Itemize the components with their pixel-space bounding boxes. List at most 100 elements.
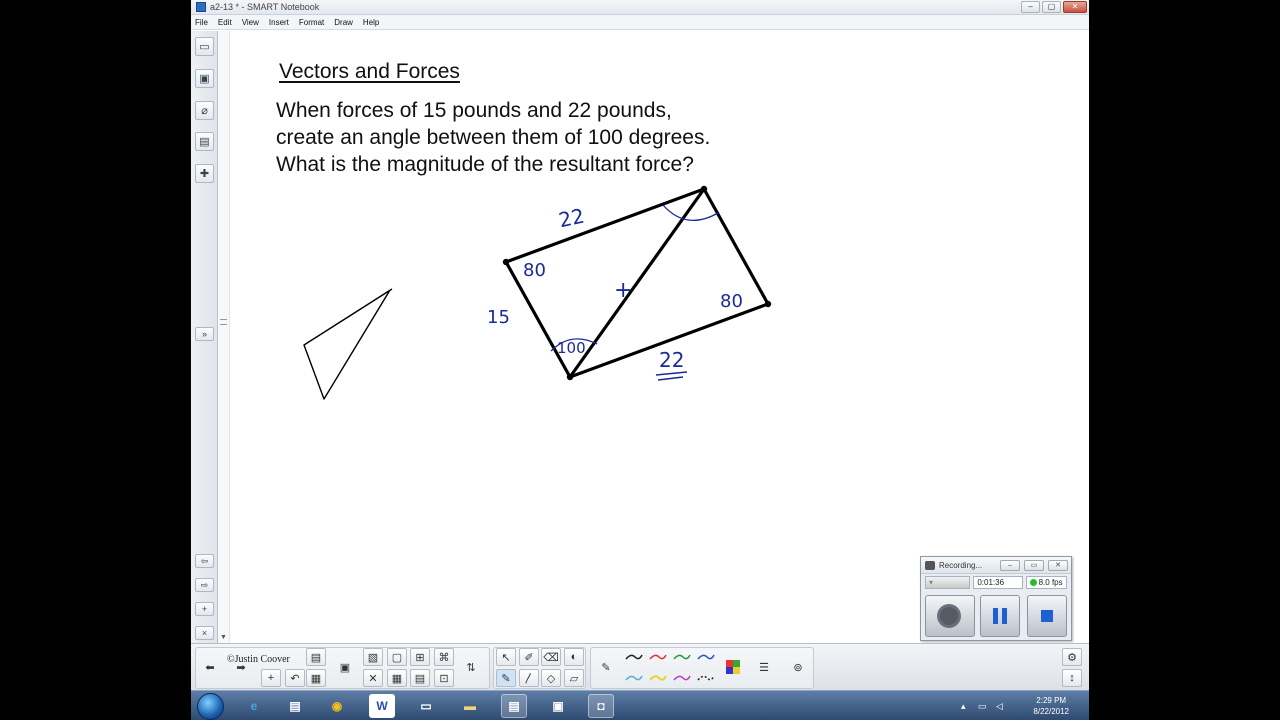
minimize-button[interactable]: ‒ (1021, 1, 1040, 13)
record-icon (937, 604, 961, 628)
label-top-side: 22 (557, 203, 587, 232)
menu-format[interactable]: Format (299, 18, 324, 27)
label-diagonal-mark: + (614, 278, 632, 303)
pen-style-black-icon[interactable] (625, 652, 643, 662)
notebook-taskbar-icon[interactable]: ▤ (282, 694, 308, 718)
properties-icon[interactable]: ▤ (195, 132, 214, 151)
scroll-down-arrow-icon[interactable]: ▼ (220, 634, 227, 641)
menu-insert[interactable]: Insert (269, 18, 289, 27)
start-button[interactable] (197, 693, 224, 720)
color-palette-icon[interactable] (723, 658, 743, 676)
recorder-elapsed: 0:01:36 (973, 576, 1023, 589)
label-bottom-side: 22 (659, 348, 684, 372)
close-button[interactable]: ✕ (1063, 1, 1087, 13)
tray-arrow-icon[interactable]: ▴ (961, 701, 966, 712)
copyright-overlay: ©Justin Coover (227, 654, 290, 665)
next-page-icon[interactable]: ⇨ (195, 578, 214, 592)
whiteboard-canvas[interactable]: Vectors and Forces When forces of 15 pou… (231, 31, 1089, 643)
document-camera-icon[interactable]: ⌘ (434, 648, 454, 666)
properties-toolbar-icon[interactable]: ⊚ (788, 658, 808, 676)
fill-icon[interactable]: ◐ (564, 648, 584, 666)
pen-style-magenta-icon[interactable] (673, 673, 691, 683)
page-sorter-icon[interactable]: ▭ (195, 37, 214, 56)
recording-indicator-icon (1029, 579, 1037, 586)
pen-style-lightblue-icon[interactable] (625, 673, 643, 683)
previous-page-icon[interactable]: ⇦ (195, 554, 214, 568)
link-icon[interactable]: ⊡ (434, 669, 454, 687)
magic-pen-icon[interactable]: 〳 (519, 669, 539, 687)
table-icon[interactable]: ▦ (387, 669, 407, 687)
pause-button[interactable] (980, 595, 1020, 637)
menu-file[interactable]: File (195, 18, 208, 27)
delete-page-icon[interactable]: × (195, 626, 214, 640)
recorder-restore-button[interactable]: ▭ (1024, 560, 1044, 571)
eraser-icon[interactable]: ⌫ (541, 648, 561, 666)
label-left-side: 15 (487, 307, 510, 328)
add-page-icon[interactable]: + (195, 602, 214, 616)
shapes-icon[interactable]: ◇ (541, 669, 561, 687)
screen-shade-icon[interactable]: ▣ (335, 658, 355, 676)
settings-gear-icon[interactable]: ⚙ (1062, 648, 1082, 666)
smart-notebook-window: a2-13 * - SMART Notebook ‒ ▢ ✕ File Edit… (191, 0, 1089, 720)
toolbar-position-icon[interactable]: ↕ (1062, 669, 1082, 687)
insert-table-icon[interactable]: ▤ (410, 669, 430, 687)
menu-edit[interactable]: Edit (218, 18, 232, 27)
toolbar-move-icon[interactable]: ⇅ (461, 658, 481, 676)
pause-icon (993, 608, 1007, 624)
pen-tool-icon[interactable]: ✎ (596, 658, 616, 676)
pen-style-red-icon[interactable] (649, 652, 667, 662)
word-icon[interactable]: W (369, 694, 395, 718)
label-bottom-angle: 100 (557, 339, 586, 357)
pens-icon[interactable]: ✎ (496, 669, 516, 687)
vertical-scrollbar[interactable]: ▼ (218, 31, 230, 643)
delete-icon[interactable]: ✕ (363, 669, 383, 687)
internet-explorer-icon[interactable]: e (241, 694, 267, 718)
window-taskbar-icon[interactable]: ▭ (413, 694, 439, 718)
stop-button[interactable] (1027, 595, 1067, 637)
pen-style-yellow-icon[interactable] (649, 673, 667, 683)
recorder-taskbar-icon[interactable]: ▣ (545, 694, 571, 718)
select-arrow-icon[interactable]: ↖ (496, 648, 516, 666)
capture-icon[interactable]: ⊞ (410, 648, 430, 666)
recorder-minimize-button[interactable]: ‒ (1000, 560, 1020, 571)
maximize-button[interactable]: ▢ (1042, 1, 1061, 13)
recorder-close-button[interactable]: ✕ (1048, 560, 1068, 571)
pen-style-blue-icon[interactable] (697, 652, 715, 662)
addons-icon[interactable]: ✚ (195, 164, 214, 183)
recorder-window[interactable]: Recording... ‒ ▭ ✕ ▾ 0:01:36 8.0 fps (920, 556, 1072, 641)
text-icon[interactable]: ▱ (564, 669, 584, 687)
attachments-icon[interactable]: ⌀ (195, 101, 214, 120)
window-title: a2-13 * - SMART Notebook (210, 2, 320, 12)
camera-taskbar-icon[interactable]: ◘ (588, 694, 614, 718)
open-file-icon[interactable]: ▤ (306, 648, 326, 666)
label-right-angle: 80 (720, 291, 743, 312)
explorer-folder-icon[interactable]: ▬ (457, 694, 483, 718)
add-page-button[interactable]: + (261, 669, 281, 687)
menu-help[interactable]: Help (363, 18, 379, 27)
app-taskbar-icon[interactable]: ◉ (324, 694, 350, 718)
back-arrow-icon[interactable]: ⬅ (200, 658, 220, 676)
scrollbar-grip[interactable] (220, 319, 227, 325)
system-clock[interactable]: 2:29 PM 8/22/2012 (1033, 695, 1069, 717)
gallery-icon[interactable]: ▣ (195, 69, 214, 88)
paste-icon[interactable]: ▧ (363, 648, 383, 666)
menu-draw[interactable]: Draw (334, 18, 353, 27)
volume-icon[interactable]: ◁ (996, 701, 1003, 712)
save-icon[interactable]: ▦ (306, 669, 326, 687)
vertex-dot (700, 185, 708, 193)
menu-view[interactable]: View (242, 18, 259, 27)
line-style-icon[interactable]: ☰ (754, 658, 774, 676)
creative-pen-icon[interactable]: ✐ (519, 648, 539, 666)
collapse-sidebar-icon[interactable]: » (195, 327, 214, 341)
pen-style-dashed-icon[interactable] (697, 673, 715, 683)
record-button[interactable] (925, 595, 975, 637)
network-icon[interactable]: ▭ (978, 701, 987, 712)
smart-notebook-taskbar-icon[interactable]: ▤ (501, 694, 527, 718)
app-icon (196, 2, 206, 12)
underline-mark (655, 371, 688, 381)
full-screen-icon[interactable]: ▢ (387, 648, 407, 666)
undo-icon[interactable]: ↶ (285, 669, 305, 687)
pen-style-green-icon[interactable] (673, 652, 691, 662)
recorder-mode-dropdown[interactable]: ▾ (925, 576, 971, 589)
ink-sketch: 22 80 15 100 + 80 22 (303, 185, 772, 400)
